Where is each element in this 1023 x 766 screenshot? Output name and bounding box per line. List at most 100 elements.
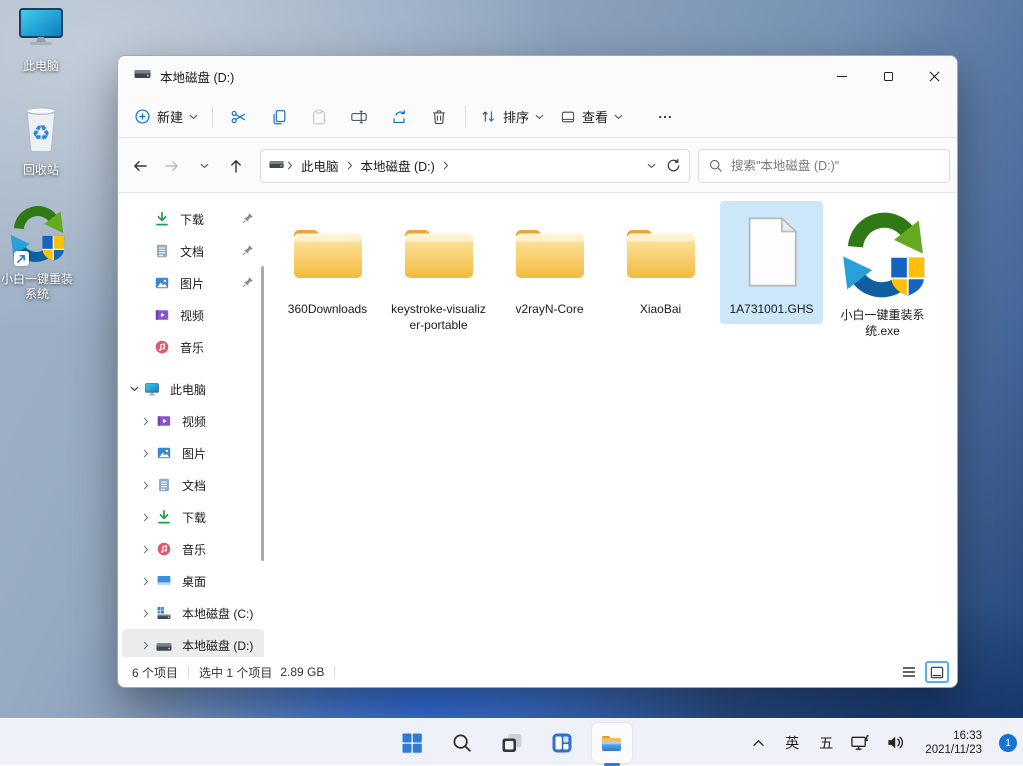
share-icon	[390, 108, 408, 126]
chevron-collapsed-icon[interactable]	[138, 449, 154, 458]
tray-language-indicator[interactable]: 英	[777, 725, 807, 761]
chevron-down-icon	[200, 163, 209, 169]
start-button[interactable]	[392, 723, 432, 763]
sidebar-item-documents[interactable]: 文档	[122, 235, 264, 267]
notification-badge[interactable]: 1	[999, 734, 1017, 752]
chevron-collapsed-icon[interactable]	[138, 641, 154, 650]
tree-item-pictures[interactable]: 图片	[122, 437, 264, 469]
more-options-button[interactable]	[645, 101, 685, 133]
desktop-icon-label: 小白一键重装系统	[0, 272, 77, 302]
file-name: XiaoBai	[640, 301, 681, 317]
rename-button[interactable]	[339, 101, 379, 133]
tree-item-videos[interactable]: 视频	[122, 405, 264, 437]
chevron-collapsed-icon[interactable]	[138, 577, 154, 586]
search-box[interactable]	[698, 149, 950, 183]
desktop-icon-recycle-bin[interactable]: ♻ 回收站	[1, 102, 81, 178]
details-view-button[interactable]	[897, 661, 921, 683]
file-tile-360downloads[interactable]: 360Downloads	[276, 201, 379, 324]
view-button[interactable]: 查看	[552, 101, 631, 132]
desktop-icon-label: 回收站	[23, 163, 59, 178]
share-button[interactable]	[379, 101, 419, 133]
minimize-button[interactable]	[819, 56, 865, 96]
window-body: 下载 文档 图片 视频	[118, 194, 957, 657]
close-button[interactable]	[911, 56, 957, 96]
sidebar-item-this-pc[interactable]: 此电脑	[122, 373, 264, 405]
new-button[interactable]: 新建	[126, 101, 206, 132]
arrow-right-icon	[164, 158, 180, 174]
file-tile-xiaobai-exe[interactable]: 小白一键重装系统.exe	[831, 201, 934, 346]
recent-locations-button[interactable]	[188, 150, 220, 182]
widgets-button[interactable]	[542, 723, 582, 763]
new-label: 新建	[157, 107, 183, 126]
large-icons-view-button[interactable]	[925, 661, 949, 683]
tree-item-desktop[interactable]: 桌面	[122, 565, 264, 597]
explorer-window: 本地磁盘 (D:) 新建	[117, 55, 958, 688]
tray-volume-button[interactable]	[880, 725, 910, 761]
desktop-wallpaper: 此电脑 ♻ 回收站 小白一键重装系统	[0, 0, 1023, 765]
breadcrumb[interactable]: 此电脑 本地磁盘 (D:)	[260, 149, 690, 183]
chevron-expanded-icon[interactable]	[126, 386, 142, 392]
folder-icon	[623, 206, 699, 298]
this-pc-icon	[17, 6, 65, 55]
tray-network-button[interactable]	[845, 725, 876, 761]
documents-icon	[154, 243, 170, 259]
cut-button[interactable]	[219, 101, 259, 133]
clock-date: 2021/11/23	[925, 743, 982, 757]
chevron-down-icon	[535, 114, 544, 120]
file-name: 360Downloads	[288, 301, 367, 317]
up-button[interactable]	[220, 150, 252, 182]
sidebar-scrollbar[interactable]	[261, 266, 264, 561]
file-tile-keystroke-visualizer[interactable]: keystroke-visualizer-portable	[387, 201, 490, 340]
copy-button[interactable]	[259, 101, 299, 133]
sort-button[interactable]: 排序	[472, 101, 552, 132]
videos-icon	[156, 413, 172, 429]
maximize-button[interactable]	[865, 56, 911, 96]
tray-show-hidden-button[interactable]	[743, 725, 773, 761]
pin-icon	[242, 276, 254, 291]
tree-item-drive-c[interactable]: 本地磁盘 (C:)	[122, 597, 264, 629]
forward-button[interactable]	[156, 150, 188, 182]
search-input[interactable]	[731, 159, 939, 173]
delete-button[interactable]	[419, 101, 459, 133]
list-view-icon	[902, 666, 916, 678]
sidebar-label: 音乐	[180, 339, 204, 356]
file-explorer-icon	[599, 731, 624, 755]
chevron-collapsed-icon[interactable]	[138, 513, 154, 522]
desktop-icon-xiaobai[interactable]: 小白一键重装系统	[0, 205, 77, 302]
tree-item-downloads[interactable]: 下载	[122, 501, 264, 533]
address-dropdown-icon[interactable]	[647, 163, 656, 169]
paste-button[interactable]	[299, 101, 339, 133]
sidebar-item-downloads[interactable]: 下载	[122, 203, 264, 235]
tree-item-music[interactable]: 音乐	[122, 533, 264, 565]
chevron-collapsed-icon[interactable]	[138, 545, 154, 554]
search-icon	[451, 732, 473, 754]
breadcrumb-this-pc[interactable]: 此电脑	[296, 153, 344, 178]
chevron-collapsed-icon[interactable]	[138, 417, 154, 426]
title-bar[interactable]: 本地磁盘 (D:)	[118, 56, 957, 96]
breadcrumb-current[interactable]: 本地磁盘 (D:)	[356, 153, 440, 178]
sidebar-item-music[interactable]: 音乐	[122, 331, 264, 363]
documents-icon	[156, 477, 172, 493]
address-bar: 此电脑 本地磁盘 (D:)	[118, 139, 957, 193]
tray-clock[interactable]: 16:33 2021/11/23	[914, 725, 993, 761]
task-view-icon	[500, 731, 524, 755]
file-tile-xiaobai-folder[interactable]: XiaoBai	[609, 201, 712, 324]
desktop-icon-this-pc[interactable]: 此电脑	[1, 6, 81, 74]
sidebar-label: 下载	[182, 509, 206, 526]
sidebar-item-videos[interactable]: 视频	[122, 299, 264, 331]
trash-icon	[430, 108, 448, 126]
file-tile-v2rayn-core[interactable]: v2rayN-Core	[498, 201, 601, 324]
tray-ime-indicator[interactable]: 五	[811, 725, 841, 761]
file-explorer-button[interactable]	[592, 723, 632, 763]
sidebar-item-pictures[interactable]: 图片	[122, 267, 264, 299]
file-tile-ghs-selected[interactable]: 1A731001.GHS	[720, 201, 823, 324]
tree-item-documents[interactable]: 文档	[122, 469, 264, 501]
back-button[interactable]	[124, 150, 156, 182]
task-view-button[interactable]	[492, 723, 532, 763]
chevron-collapsed-icon[interactable]	[138, 481, 154, 490]
selection-count: 选中 1 个项目	[199, 664, 272, 681]
refresh-icon[interactable]	[666, 158, 681, 173]
search-taskbar-button[interactable]	[442, 723, 482, 763]
plus-circle-icon	[134, 108, 151, 125]
chevron-collapsed-icon[interactable]	[138, 609, 154, 618]
